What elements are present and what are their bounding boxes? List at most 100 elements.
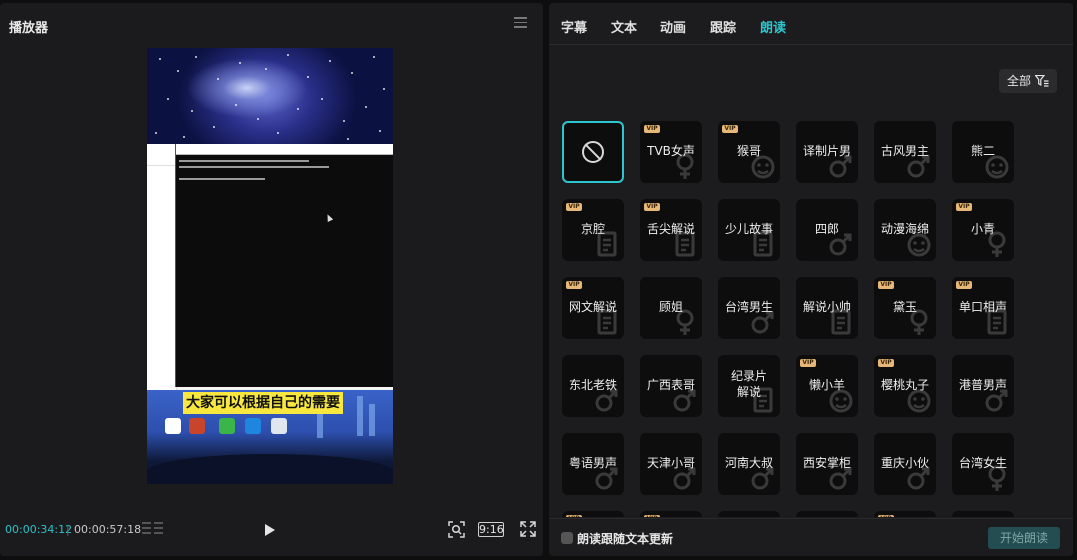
tab-text[interactable]: 文本 bbox=[611, 17, 637, 36]
voice-card[interactable]: VIP bbox=[640, 511, 702, 517]
voice-card[interactable]: 港普男声 bbox=[952, 355, 1014, 417]
voice-card[interactable]: 熊二 bbox=[952, 121, 1014, 183]
vip-badge: VIP bbox=[566, 203, 582, 211]
voice-card-label: 四郎 bbox=[814, 222, 839, 236]
voice-card[interactable]: VIP 京腔 bbox=[562, 199, 624, 261]
voice-card[interactable]: VIP 懒小羊 bbox=[796, 355, 858, 417]
no-voice-icon bbox=[582, 141, 604, 163]
voice-card[interactable]: 广西表哥 bbox=[640, 355, 702, 417]
player-panel: 播放器 大家可以根据自己的需要 00:00:34:12 | 00:00:57:1… bbox=[0, 3, 543, 556]
voice-card[interactable]: VIP bbox=[874, 511, 936, 517]
player-title: 播放器 bbox=[9, 21, 49, 36]
voice-card[interactable]: 四郎 bbox=[796, 199, 858, 261]
voice-card[interactable]: 东北老铁 bbox=[562, 355, 624, 417]
start-reading-button[interactable]: 开始朗读 bbox=[988, 527, 1060, 549]
follow-text-label: 朗读跟随文本更新 bbox=[577, 532, 674, 546]
total-time: 00:00:57:18 bbox=[74, 523, 142, 536]
voice-card-label: 单口相声 bbox=[958, 300, 1007, 314]
panel-tabs: 字幕 文本 动画 跟踪 朗读 bbox=[549, 3, 1073, 45]
voice-card[interactable]: 译制片男 bbox=[796, 121, 858, 183]
vip-badge: VIP bbox=[956, 203, 972, 211]
vip-badge: VIP bbox=[956, 281, 972, 289]
voice-card[interactable] bbox=[718, 511, 780, 517]
screen-recording-image bbox=[147, 144, 393, 390]
voice-card-label: 台湾男生 bbox=[724, 300, 773, 314]
voice-card[interactable]: 天津小哥 bbox=[640, 433, 702, 495]
tab-animation[interactable]: 动画 bbox=[660, 17, 686, 36]
voice-card-label: 古风男主 bbox=[880, 144, 929, 158]
tab-read-aloud[interactable]: 朗读 bbox=[760, 17, 786, 36]
vip-badge: VIP bbox=[566, 281, 582, 289]
voice-card[interactable] bbox=[796, 511, 858, 517]
voice-card-label: 解说小帅 bbox=[802, 300, 851, 314]
voice-card-label: 小青 bbox=[970, 222, 995, 236]
voice-card[interactable]: 顾姐 bbox=[640, 277, 702, 339]
voice-card[interactable]: VIP 樱桃丸子 bbox=[874, 355, 936, 417]
voice-card[interactable]: VIP bbox=[562, 511, 624, 517]
voice-card-label: 京腔 bbox=[580, 222, 605, 236]
voice-card-label: 译制片男 bbox=[802, 144, 851, 158]
voice-card[interactable]: 古风男主 bbox=[874, 121, 936, 183]
voice-card-label: 广西表哥 bbox=[646, 378, 695, 392]
voice-card-label: 舌尖解说 bbox=[646, 222, 695, 236]
voice-card[interactable]: VIP 猴哥 bbox=[718, 121, 780, 183]
voice-card-label: 熊二 bbox=[970, 144, 995, 158]
vip-badge: VIP bbox=[644, 125, 660, 133]
voice-card[interactable]: 台湾男生 bbox=[718, 277, 780, 339]
voice-card-label: 粤语男声 bbox=[568, 456, 617, 470]
voice-card-label: 动漫海绵 bbox=[880, 222, 929, 236]
vip-badge: VIP bbox=[878, 281, 894, 289]
voice-card-label: 少儿故事 bbox=[724, 222, 773, 236]
play-icon[interactable] bbox=[265, 524, 275, 536]
filter-label: 全部 bbox=[1007, 74, 1032, 88]
voice-card[interactable]: VIP 网文解说 bbox=[562, 277, 624, 339]
follow-text-checkbox[interactable] bbox=[561, 532, 573, 544]
voice-card[interactable]: 解说小帅 bbox=[796, 277, 858, 339]
voice-card[interactable] bbox=[952, 511, 1014, 517]
voice-card[interactable]: 重庆小伙 bbox=[874, 433, 936, 495]
voice-card[interactable]: VIP 单口相声 bbox=[952, 277, 1014, 339]
fit-view-icon[interactable] bbox=[448, 521, 465, 538]
video-preview[interactable]: 大家可以根据自己的需要 bbox=[147, 48, 393, 484]
starry-sky-image bbox=[147, 48, 393, 144]
vip-badge: VIP bbox=[566, 515, 582, 517]
tab-tracking[interactable]: 跟踪 bbox=[710, 17, 736, 36]
voice-card-label: 黛玉 bbox=[892, 300, 917, 314]
voice-card[interactable]: 少儿故事 bbox=[718, 199, 780, 261]
cmd-window-image bbox=[175, 144, 393, 387]
voice-grid: VIP TVB女声 VIP 猴哥 译制片男 古风男主 熊二 VIP 京腔 VIP 舌尖解说 少儿故事 四… bbox=[562, 121, 1062, 517]
voice-card-label: 河南大叔 bbox=[724, 456, 773, 470]
voice-card-label: 西安掌柜 bbox=[802, 456, 851, 470]
voice-card-label: 重庆小伙 bbox=[880, 456, 929, 470]
voice-card[interactable]: 河南大叔 bbox=[718, 433, 780, 495]
voice-card-label: 东北老铁 bbox=[568, 378, 617, 392]
voice-card[interactable]: VIP 舌尖解说 bbox=[640, 199, 702, 261]
voice-card[interactable]: 动漫海绵 bbox=[874, 199, 936, 261]
hamburger-icon[interactable] bbox=[514, 17, 527, 28]
vip-badge: VIP bbox=[800, 359, 816, 367]
voice-card[interactable]: 纪录片解说 bbox=[718, 355, 780, 417]
voice-card-none[interactable] bbox=[562, 121, 624, 183]
voice-card[interactable]: VIP 黛玉 bbox=[874, 277, 936, 339]
voice-card[interactable]: 西安掌柜 bbox=[796, 433, 858, 495]
aspect-ratio-button[interactable]: 9:16 bbox=[478, 522, 504, 537]
vip-badge: VIP bbox=[644, 203, 660, 211]
voice-card-label: TVB女声 bbox=[647, 144, 695, 158]
tab-subtitle[interactable]: 字幕 bbox=[561, 17, 587, 36]
voice-card[interactable]: VIP TVB女声 bbox=[640, 121, 702, 183]
panel-footer: 朗读跟随文本更新 开始朗读 bbox=[549, 518, 1073, 556]
time-separator: | bbox=[66, 523, 70, 536]
fullscreen-icon[interactable] bbox=[520, 521, 536, 537]
vip-badge: VIP bbox=[644, 515, 660, 517]
voice-card[interactable]: VIP 小青 bbox=[952, 199, 1014, 261]
voice-card-label: 天津小哥 bbox=[646, 456, 695, 470]
voice-card-label: 猴哥 bbox=[736, 144, 761, 158]
voice-card-label: 懒小羊 bbox=[808, 378, 845, 392]
vip-badge: VIP bbox=[878, 359, 894, 367]
player-controls: 00:00:34:12 | 00:00:57:18 9:16 bbox=[0, 518, 543, 542]
voice-card[interactable]: 粤语男声 bbox=[562, 433, 624, 495]
filter-button[interactable]: 全部 bbox=[999, 69, 1057, 93]
timeline-bars-icon[interactable] bbox=[142, 521, 164, 536]
vip-badge: VIP bbox=[878, 515, 894, 517]
voice-card[interactable]: 台湾女生 bbox=[952, 433, 1014, 495]
